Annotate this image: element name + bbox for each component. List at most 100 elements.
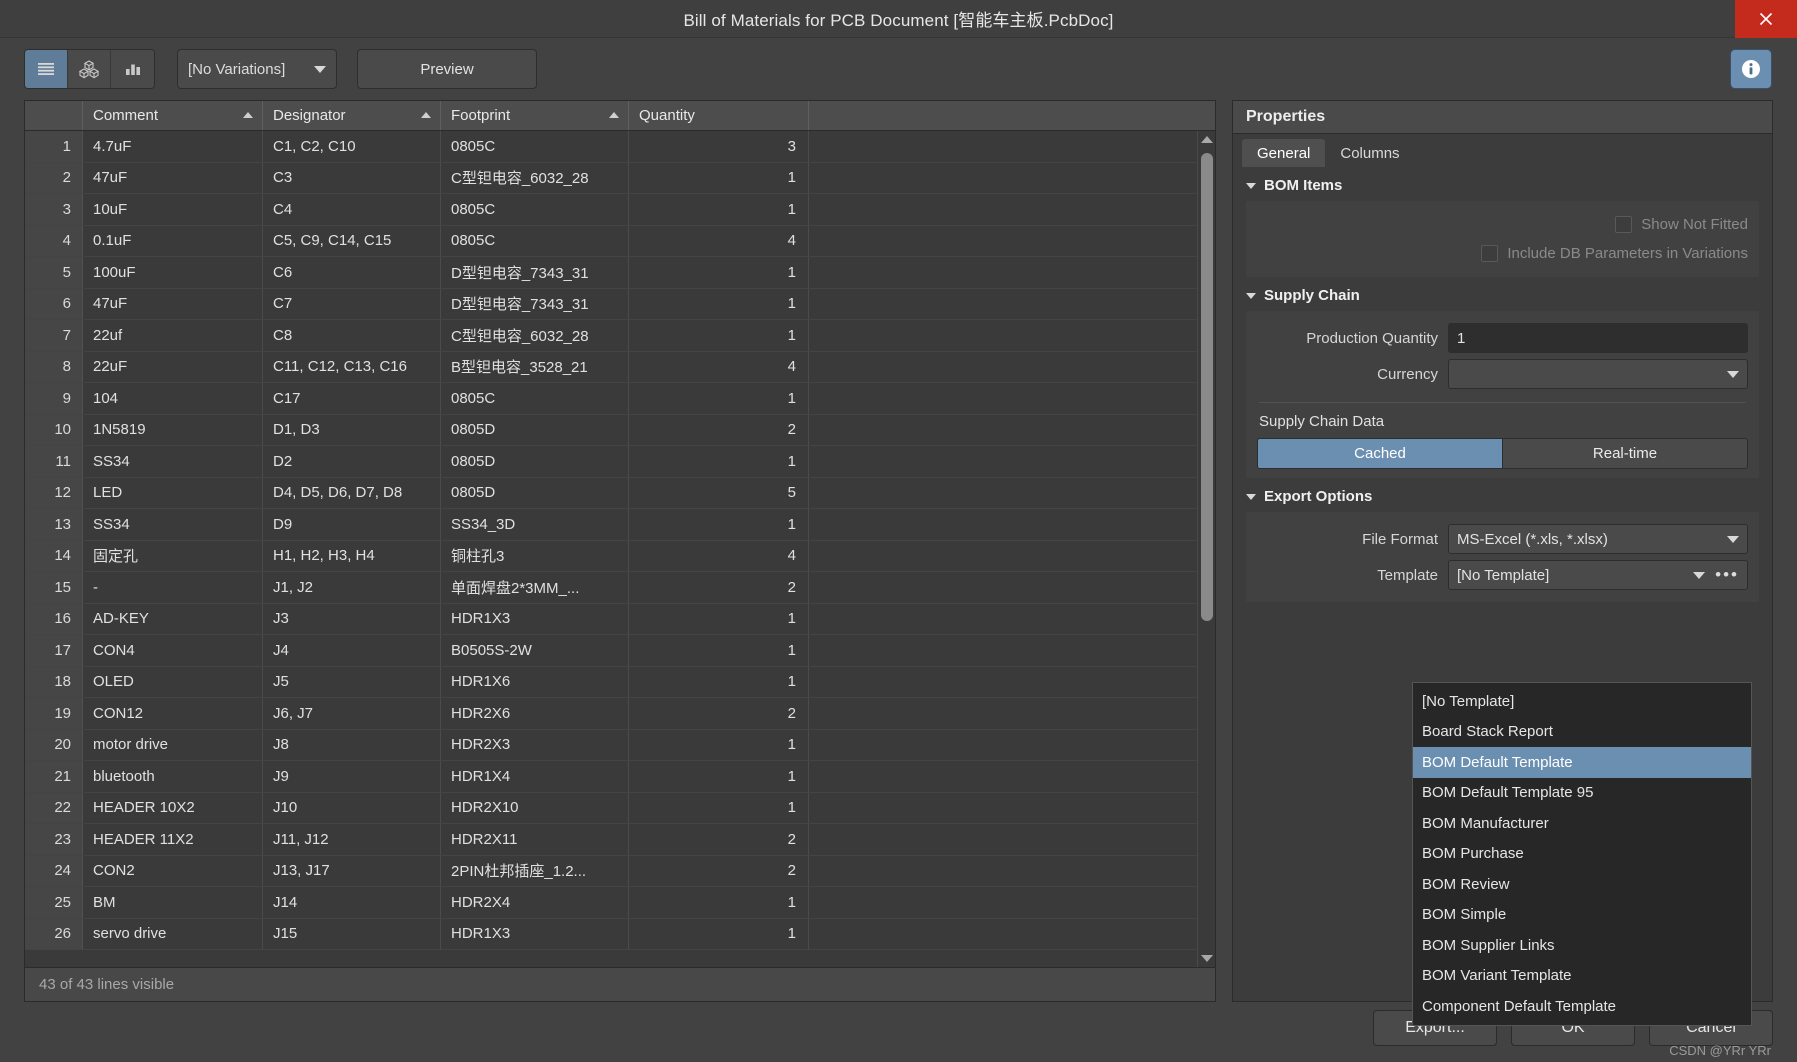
table-row[interactable]: 8 22uF C11, C12, C13, C16 B型钽电容_3528_21 4 [25, 351, 1197, 383]
dropdown-item[interactable]: Component Default Template [1413, 991, 1751, 1022]
supply-chain-data-label: Supply Chain Data [1259, 413, 1385, 430]
section-export-options-header[interactable]: Export Options [1233, 478, 1772, 512]
close-button[interactable] [1735, 0, 1797, 38]
cell-comment: AD-KEY [83, 603, 263, 634]
table-row[interactable]: 14 固定孔 H1, H2, H3, H4 铜柱孔3 4 [25, 540, 1197, 572]
dropdown-item[interactable]: [No Template] [1413, 686, 1751, 717]
table-row[interactable]: 7 22uf C8 C型钽电容_6032_28 1 [25, 320, 1197, 352]
scroll-down-arrow-icon[interactable] [1201, 955, 1213, 962]
cell-comment: SS34 [83, 446, 263, 477]
table-row[interactable]: 22 HEADER 10X2 J10 HDR2X10 1 [25, 792, 1197, 824]
dropdown-item[interactable]: BOM Variant Template [1413, 961, 1751, 992]
table-row[interactable]: 18 OLED J5 HDR1X6 1 [25, 666, 1197, 698]
cell-designator: J3 [263, 603, 441, 634]
cell-designator: D4, D5, D6, D7, D8 [263, 477, 441, 508]
col-header-blank[interactable] [809, 101, 1215, 130]
dropdown-item[interactable]: BOM Simple [1413, 900, 1751, 931]
file-format-row: File Format MS-Excel (*.xls, *.xlsx) [1257, 521, 1748, 557]
table-row[interactable]: 1 4.7uF C1, C2, C10 0805C 3 [25, 131, 1197, 163]
cell-comment: OLED [83, 666, 263, 697]
dropdown-item[interactable]: Board Stack Report [1413, 717, 1751, 748]
cell-blank [809, 667, 1197, 698]
table-row[interactable]: 6 47uF C7 D型钽电容_7343_31 1 [25, 288, 1197, 320]
cell-footprint: C型钽电容_6032_28 [441, 320, 629, 351]
cell-blank [809, 761, 1197, 792]
cell-index: 24 [25, 855, 83, 886]
table-row[interactable]: 12 LED D4, D5, D6, D7, D8 0805D 5 [25, 477, 1197, 509]
variations-dropdown[interactable]: [No Variations] [177, 49, 337, 89]
list-view-button[interactable] [25, 50, 68, 88]
scroll-up-arrow-icon[interactable] [1201, 136, 1213, 143]
dropdown-item[interactable]: BOM Purchase [1413, 839, 1751, 870]
cell-blank [809, 730, 1197, 761]
table-row[interactable]: 20 motor drive J8 HDR2X3 1 [25, 729, 1197, 761]
table-row[interactable]: 3 10uF C4 0805C 1 [25, 194, 1197, 226]
production-quantity-input[interactable]: 1 [1448, 323, 1748, 353]
preview-button[interactable]: Preview [357, 49, 537, 89]
dropdown-item[interactable]: BOM Default Template [1413, 747, 1751, 778]
cell-quantity: 1 [629, 887, 809, 918]
blocks-view-button[interactable] [68, 50, 111, 88]
bar-chart-icon [125, 64, 140, 75]
cell-blank [809, 887, 1197, 918]
list-lines-icon [38, 63, 54, 75]
col-header-designator[interactable]: Designator [263, 101, 441, 130]
section-supply-chain-header[interactable]: Supply Chain [1233, 277, 1772, 311]
template-dropdown[interactable]: [No Template] ••• [1448, 560, 1748, 590]
info-button[interactable] [1730, 49, 1772, 89]
table-row[interactable]: 21 bluetooth J9 HDR1X4 1 [25, 761, 1197, 793]
col-header-quantity[interactable]: Quantity [629, 101, 809, 130]
table-row[interactable]: 23 HEADER 11X2 J11, J12 HDR2X11 2 [25, 824, 1197, 856]
cell-quantity: 1 [629, 446, 809, 477]
cached-button[interactable]: Cached [1258, 439, 1502, 468]
show-not-fitted-row[interactable]: Show Not Fitted [1257, 210, 1748, 239]
view-mode-group [24, 49, 155, 89]
table-row[interactable]: 4 0.1uF C5, C9, C14, C15 0805C 4 [25, 225, 1197, 257]
table-row[interactable]: 16 AD-KEY J3 HDR1X3 1 [25, 603, 1197, 635]
table-row[interactable]: 13 SS34 D9 SS34_3D 1 [25, 509, 1197, 541]
table-row[interactable]: 19 CON12 J6, J7 HDR2X6 2 [25, 698, 1197, 730]
cell-comment: 4.7uF [83, 131, 263, 162]
dropdown-item[interactable]: BOM Manufacturer [1413, 808, 1751, 839]
include-db-params-row[interactable]: Include DB Parameters in Variations [1257, 239, 1748, 268]
template-dropdown-list[interactable]: [No Template] Board Stack Report BOM Defau… [1412, 682, 1752, 1026]
table-row[interactable]: 26 servo drive J15 HDR1X3 1 [25, 918, 1197, 950]
cell-footprint: HDR1X6 [441, 666, 629, 697]
cell-blank [809, 635, 1197, 666]
col-header-footprint[interactable]: Footprint [441, 101, 629, 130]
table-vertical-scrollbar[interactable] [1197, 131, 1215, 967]
cell-index: 2 [25, 162, 83, 193]
realtime-button[interactable]: Real-time [1502, 439, 1747, 468]
ellipsis-icon[interactable]: ••• [1715, 565, 1739, 585]
table-row[interactable]: 17 CON4 J4 B0505S-2W 1 [25, 635, 1197, 667]
tab-general[interactable]: General [1242, 139, 1326, 167]
table-row[interactable]: 10 1N5819 D1, D3 0805D 2 [25, 414, 1197, 446]
col-header-comment[interactable]: Comment [83, 101, 263, 130]
table-row[interactable]: 2 47uF C3 C型钽电容_6032_28 1 [25, 162, 1197, 194]
table-row[interactable]: 9 104 C17 0805C 1 [25, 383, 1197, 415]
tab-columns[interactable]: Columns [1325, 139, 1414, 167]
bom-table-panel: Comment Designator Footprint Quantity 1 … [24, 100, 1216, 1002]
cell-index: 7 [25, 320, 83, 351]
chevron-down-icon[interactable] [1693, 571, 1706, 579]
file-format-dropdown[interactable]: MS-Excel (*.xls, *.xlsx) [1448, 524, 1748, 554]
chart-view-button[interactable] [111, 50, 154, 88]
scrollbar-thumb[interactable] [1201, 153, 1213, 622]
dropdown-item[interactable]: BOM Default Template 95 [1413, 778, 1751, 809]
col-header-index[interactable] [25, 101, 83, 130]
dropdown-item[interactable]: BOM Supplier Links [1413, 930, 1751, 961]
cell-blank [809, 509, 1197, 540]
include-db-params-checkbox[interactable] [1481, 245, 1499, 262]
currency-dropdown[interactable] [1448, 359, 1748, 389]
show-not-fitted-checkbox[interactable] [1615, 216, 1633, 233]
section-bom-items-header[interactable]: BOM Items [1233, 167, 1772, 201]
table-row[interactable]: 25 BM J14 HDR2X4 1 [25, 887, 1197, 919]
cell-index: 6 [25, 288, 83, 319]
table-row[interactable]: 24 CON2 J13, J17 2PIN杜邦插座_1.2... 2 [25, 855, 1197, 887]
table-row[interactable]: 11 SS34 D2 0805D 1 [25, 446, 1197, 478]
cell-index: 8 [25, 351, 83, 382]
table-row[interactable]: 5 100uF C6 D型钽电容_7343_31 1 [25, 257, 1197, 289]
table-row[interactable]: 15- J1, J2 单面焊盘2*3MM_... 2 [25, 572, 1197, 604]
cell-comment: SS34 [83, 509, 263, 540]
dropdown-item[interactable]: BOM Review [1413, 869, 1751, 900]
